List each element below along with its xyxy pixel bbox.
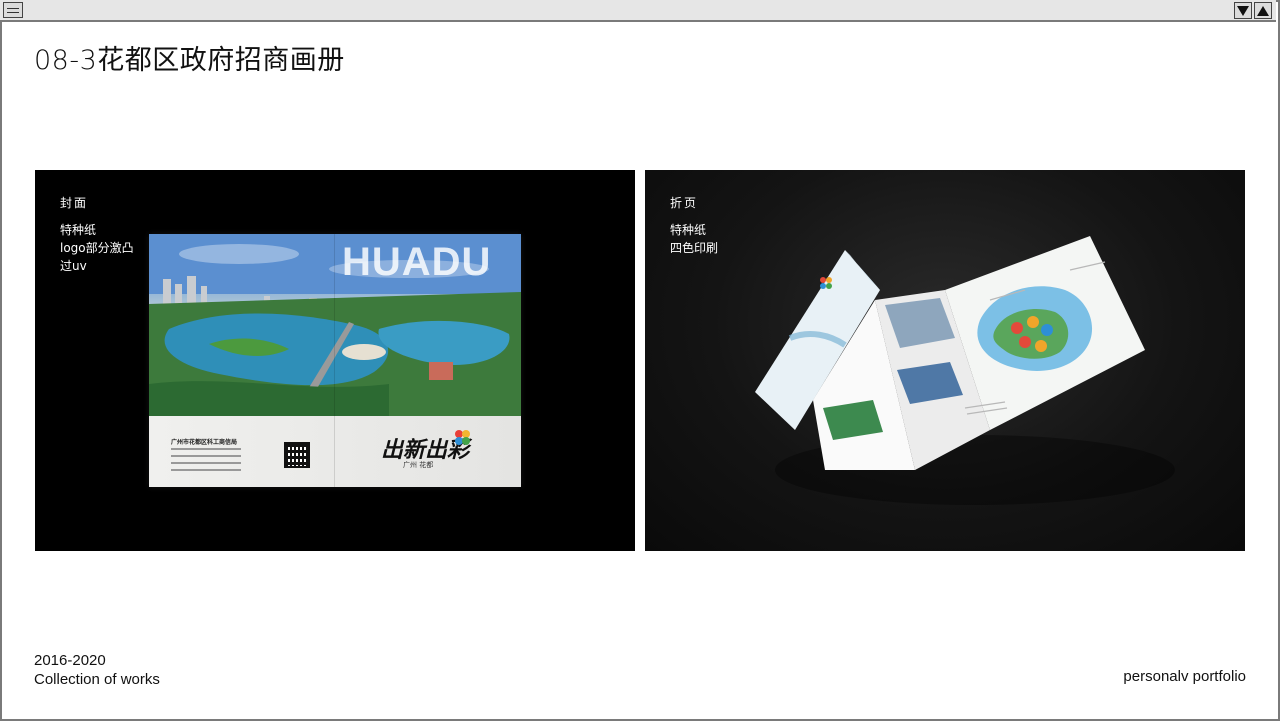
cover-company-name: 广州市花都区科工商信局 <box>171 439 238 446</box>
cover-spec-line: 特种纸 <box>60 223 97 237</box>
cover-panel-text: 封面 特种纸 logo部分激凸 过uv <box>60 194 134 275</box>
qr-code-icon <box>284 442 310 468</box>
cover-spine-divider <box>334 234 335 487</box>
cover-panel: 封面 特种纸 logo部分激凸 过uv HUADU 广州市花都区科工商信局 出新… <box>35 170 635 551</box>
brochure-panel: 折页 特种纸 四色印刷 <box>645 170 1245 551</box>
triangle-down-icon <box>1237 5 1249 16</box>
flower-logo-icon <box>455 430 473 446</box>
triangle-up-icon <box>1257 5 1269 16</box>
cover-mockup-image: HUADU 广州市花都区科工商信局 出新出彩 广州 花都 <box>149 234 521 487</box>
footer-collection: Collection of works <box>34 671 160 688</box>
cover-spec-line: logo部分激凸 <box>60 241 134 255</box>
maximize-button[interactable] <box>1254 2 1272 19</box>
cover-contact-lines <box>171 448 241 476</box>
brochure-mockup-image <box>755 236 1175 505</box>
window-menu-button[interactable] <box>3 2 23 18</box>
cover-footer: 广州市花都区科工商信局 出新出彩 广州 花都 <box>149 416 521 487</box>
page-title: 08-3花都区政府招商画册 <box>34 45 345 76</box>
minimize-button[interactable] <box>1234 2 1252 19</box>
cover-spec-line: 过uv <box>60 259 87 273</box>
cover-slogan-sub: 广州 花都 <box>403 461 434 469</box>
cover-panel-heading: 封面 <box>60 196 89 210</box>
footer-years: 2016-2020 <box>34 652 106 669</box>
footer-portfolio: personalv portfolio <box>1123 668 1246 685</box>
cover-title: HUADU <box>342 240 492 284</box>
menu-icon <box>7 7 19 13</box>
cover-city-photo: HUADU <box>149 234 521 416</box>
title-bar <box>0 0 1276 22</box>
footer-left: 2016-2020 Collection of works <box>34 651 160 689</box>
